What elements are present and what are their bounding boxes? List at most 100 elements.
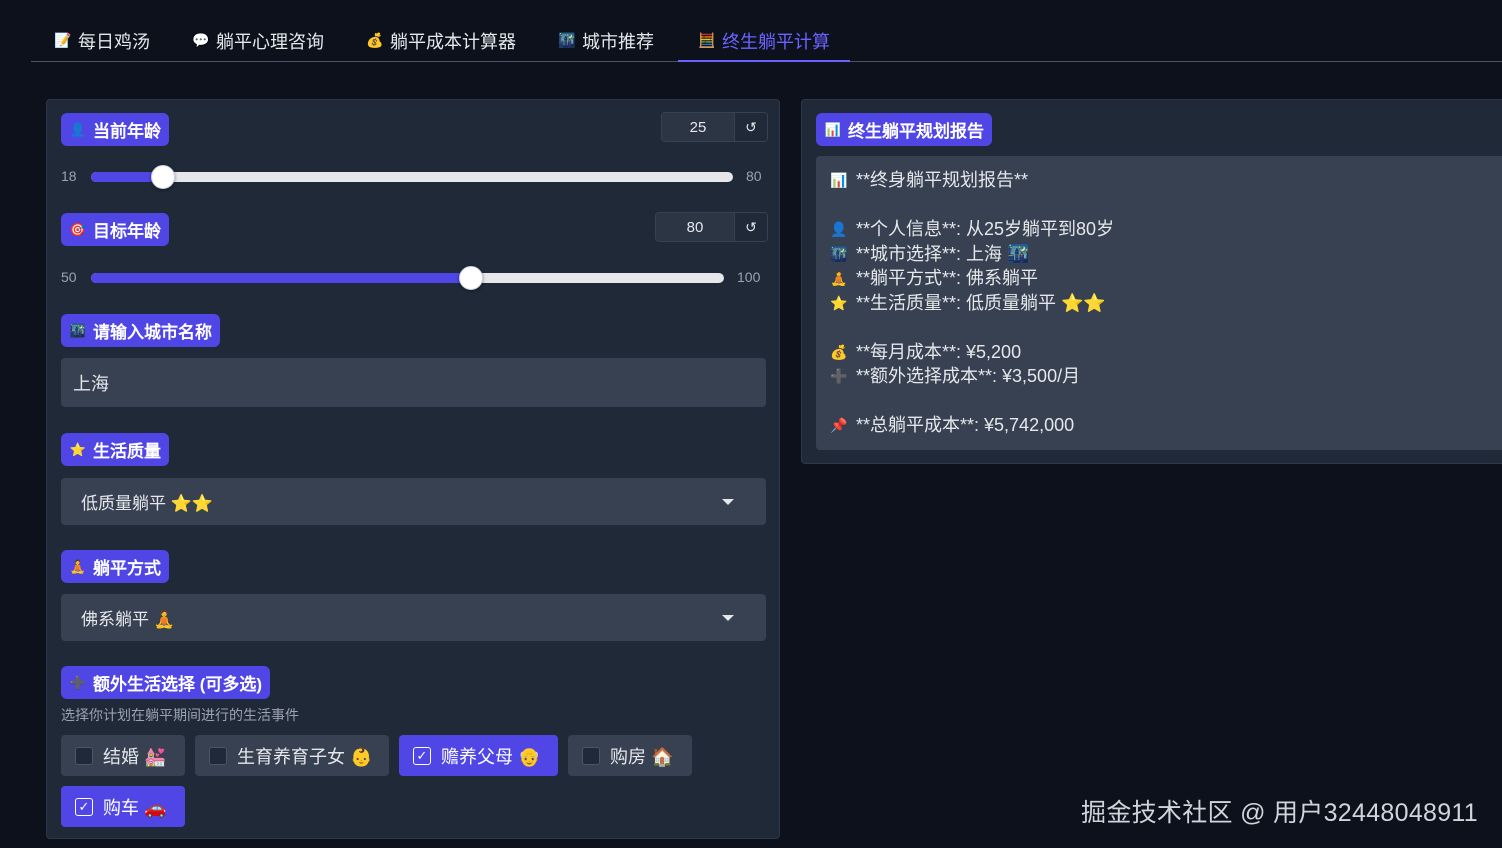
tab-label: 躺平心理咨询 (216, 31, 324, 52)
slider-thumb[interactable] (458, 266, 483, 290)
tab-psych-consult[interactable]: 💬 躺平心理咨询 (192, 20, 324, 61)
bar-chart-icon: 📊 (824, 121, 842, 137)
watermark: 掘金技术社区 @ 用户32448048911 (1081, 799, 1478, 827)
quality-label-text: 生活质量 (93, 442, 161, 461)
mode-label-text: 躺平方式 (93, 559, 161, 578)
checkbox-car[interactable]: ✓ 购车 🚗 (61, 786, 185, 827)
target-age-input[interactable]: 80 (656, 213, 734, 241)
quality-selected-value: 低质量躺平 ⭐⭐ (81, 494, 214, 513)
report-line-blank (830, 389, 1492, 414)
checkbox-box[interactable] (582, 746, 600, 765)
current-age-max: 80 (746, 168, 762, 184)
report-line-text: **每月成本**: ¥5,200 (856, 341, 1022, 362)
check-icon[interactable]: ✓ (413, 746, 431, 765)
report-line-text: **终身躺平规划报告** (856, 170, 1029, 190)
current-age-number: 25 ↺ (661, 112, 768, 142)
reset-icon[interactable]: ↺ (734, 213, 767, 241)
target-age-slider[interactable] (91, 266, 724, 290)
report-line: 🧘 **躺平方式**: 佛系躺平 (830, 266, 1492, 291)
checkbox-children[interactable]: 生育养育子女 👶 (195, 735, 389, 776)
report-line: 👤 **个人信息**: 从25岁躺平到80岁 (830, 217, 1492, 242)
report-line-text: **额外选择成本**: ¥3,500/月 (856, 366, 1081, 386)
money-bag-icon: 💰 (830, 343, 848, 360)
current-age-min: 18 (61, 168, 77, 184)
report-line-text: **生活质量**: 低质量躺平 ⭐⭐ (856, 292, 1106, 313)
quality-select[interactable]: 低质量躺平 ⭐⭐ (61, 478, 766, 525)
checkbox-label: 结婚 💒 (103, 746, 167, 767)
cityscape-icon: 🌃 (558, 32, 576, 48)
chevron-down-icon (722, 614, 734, 621)
plus-icon: ➕ (830, 368, 848, 384)
tab-lifetime-calc[interactable]: 🧮 终生躺平计算 (678, 20, 850, 62)
mode-label: 🧘 躺平方式 (61, 550, 169, 583)
city-label: 🌃 请输入城市名称 (61, 314, 220, 347)
extras-label-text: 额外生活选择 (可多选) (93, 675, 263, 694)
current-age-slider[interactable] (91, 165, 733, 189)
report-line-text: **个人信息**: 从25岁躺平到80岁 (856, 219, 1115, 239)
tab-city-recommend[interactable]: 🌃 城市推荐 (558, 20, 654, 61)
tab-label: 城市推荐 (582, 31, 654, 52)
city-label-text: 请输入城市名称 (93, 323, 212, 342)
report-line-blank (830, 315, 1492, 340)
memo-icon: 📝 (54, 32, 72, 48)
report-line: ➕ **额外选择成本**: ¥3,500/月 (830, 364, 1492, 389)
reset-icon[interactable]: ↺ (734, 113, 767, 141)
speech-bubble-icon: 💬 (192, 32, 210, 48)
target-age-number: 80 ↺ (655, 212, 768, 242)
star-icon: ⭐ (69, 441, 87, 457)
report-line-blank (830, 193, 1492, 218)
checkbox-box[interactable] (75, 746, 93, 765)
city-input[interactable]: 上海 (61, 358, 766, 407)
checkbox-label: 赡养父母 👴 (441, 746, 541, 767)
bar-chart-icon: 📊 (830, 172, 848, 188)
report-line-text: **城市选择**: 上海 🌃 (856, 243, 1030, 264)
current-age-label-text: 当前年龄 (93, 122, 161, 141)
cityscape-icon: 🌃 (69, 322, 87, 338)
report-panel: 📊 终生躺平规划报告 📊 **终身躺平规划报告** 👤 **个人信息**: 从25岁… (801, 99, 1502, 464)
checkbox-label: 购房 🏠 (610, 746, 674, 767)
report-label: 📊 终生躺平规划报告 (816, 113, 992, 146)
check-icon[interactable]: ✓ (75, 797, 93, 816)
target-age-label-text: 目标年龄 (93, 222, 161, 241)
report-output: 📊 **终身躺平规划报告** 👤 **个人信息**: 从25岁躺平到80岁 🌃 **城… (816, 156, 1502, 450)
checkbox-label: 生育养育子女 👶 (237, 746, 373, 767)
target-age-max: 100 (737, 269, 761, 285)
tab-daily-soup[interactable]: 📝 每日鸡汤 (54, 20, 150, 61)
report-line: 📊 **终身躺平规划报告** (830, 168, 1492, 193)
target-age-min: 50 (61, 269, 77, 285)
meditation-icon: 🧘 (69, 558, 87, 574)
tab-cost-calculator[interactable]: 💰 躺平成本计算器 (366, 20, 516, 61)
extras-label: ➕ 额外生活选择 (可多选) (61, 666, 271, 699)
chevron-down-icon (722, 498, 734, 505)
pushpin-icon: 📌 (830, 417, 848, 433)
cityscape-icon: 🌃 (830, 245, 848, 262)
current-age-input[interactable]: 25 (662, 113, 734, 141)
report-line-text: **总躺平成本**: ¥5,742,000 (856, 415, 1075, 435)
plus-icon: ➕ (69, 674, 87, 690)
checkbox-label: 购车 🚗 (103, 797, 167, 818)
report-line: ⭐ **生活质量**: 低质量躺平 ⭐⭐ (830, 291, 1492, 316)
target-age-label: 🎯 目标年龄 (61, 213, 169, 246)
report-line: 🌃 **城市选择**: 上海 🌃 (830, 242, 1492, 267)
tab-label: 终生躺平计算 (722, 31, 830, 52)
checkbox-marriage[interactable]: 结婚 💒 (61, 735, 185, 776)
slider-thumb[interactable] (151, 165, 176, 189)
checkbox-parents[interactable]: ✓ 赡养父母 👴 (399, 735, 558, 776)
checkbox-box[interactable] (209, 746, 227, 765)
report-line-text: **躺平方式**: 佛系躺平 (856, 268, 1039, 288)
tab-label: 每日鸡汤 (78, 31, 150, 52)
checkbox-house[interactable]: 购房 🏠 (568, 735, 692, 776)
report-line: 💰 **每月成本**: ¥5,200 (830, 340, 1492, 365)
current-age-label: 👤 当前年龄 (61, 113, 169, 146)
report-line: 📌 **总躺平成本**: ¥5,742,000 (830, 413, 1492, 438)
meditation-icon: 🧘 (830, 270, 848, 286)
tab-bar: 📝 每日鸡汤 💬 躺平心理咨询 💰 躺平成本计算器 🌃 城市推荐 🧮 终生躺平计… (31, 20, 1502, 62)
money-bag-icon: 💰 (366, 32, 384, 48)
abacus-icon: 🧮 (698, 32, 716, 48)
quality-label: ⭐ 生活质量 (61, 433, 169, 466)
target-icon: 🎯 (69, 221, 87, 237)
tab-label: 躺平成本计算器 (390, 31, 516, 52)
mode-select[interactable]: 佛系躺平 🧘 (61, 594, 766, 641)
person-icon: 👤 (830, 221, 848, 237)
star-icon: ⭐ (830, 294, 848, 311)
